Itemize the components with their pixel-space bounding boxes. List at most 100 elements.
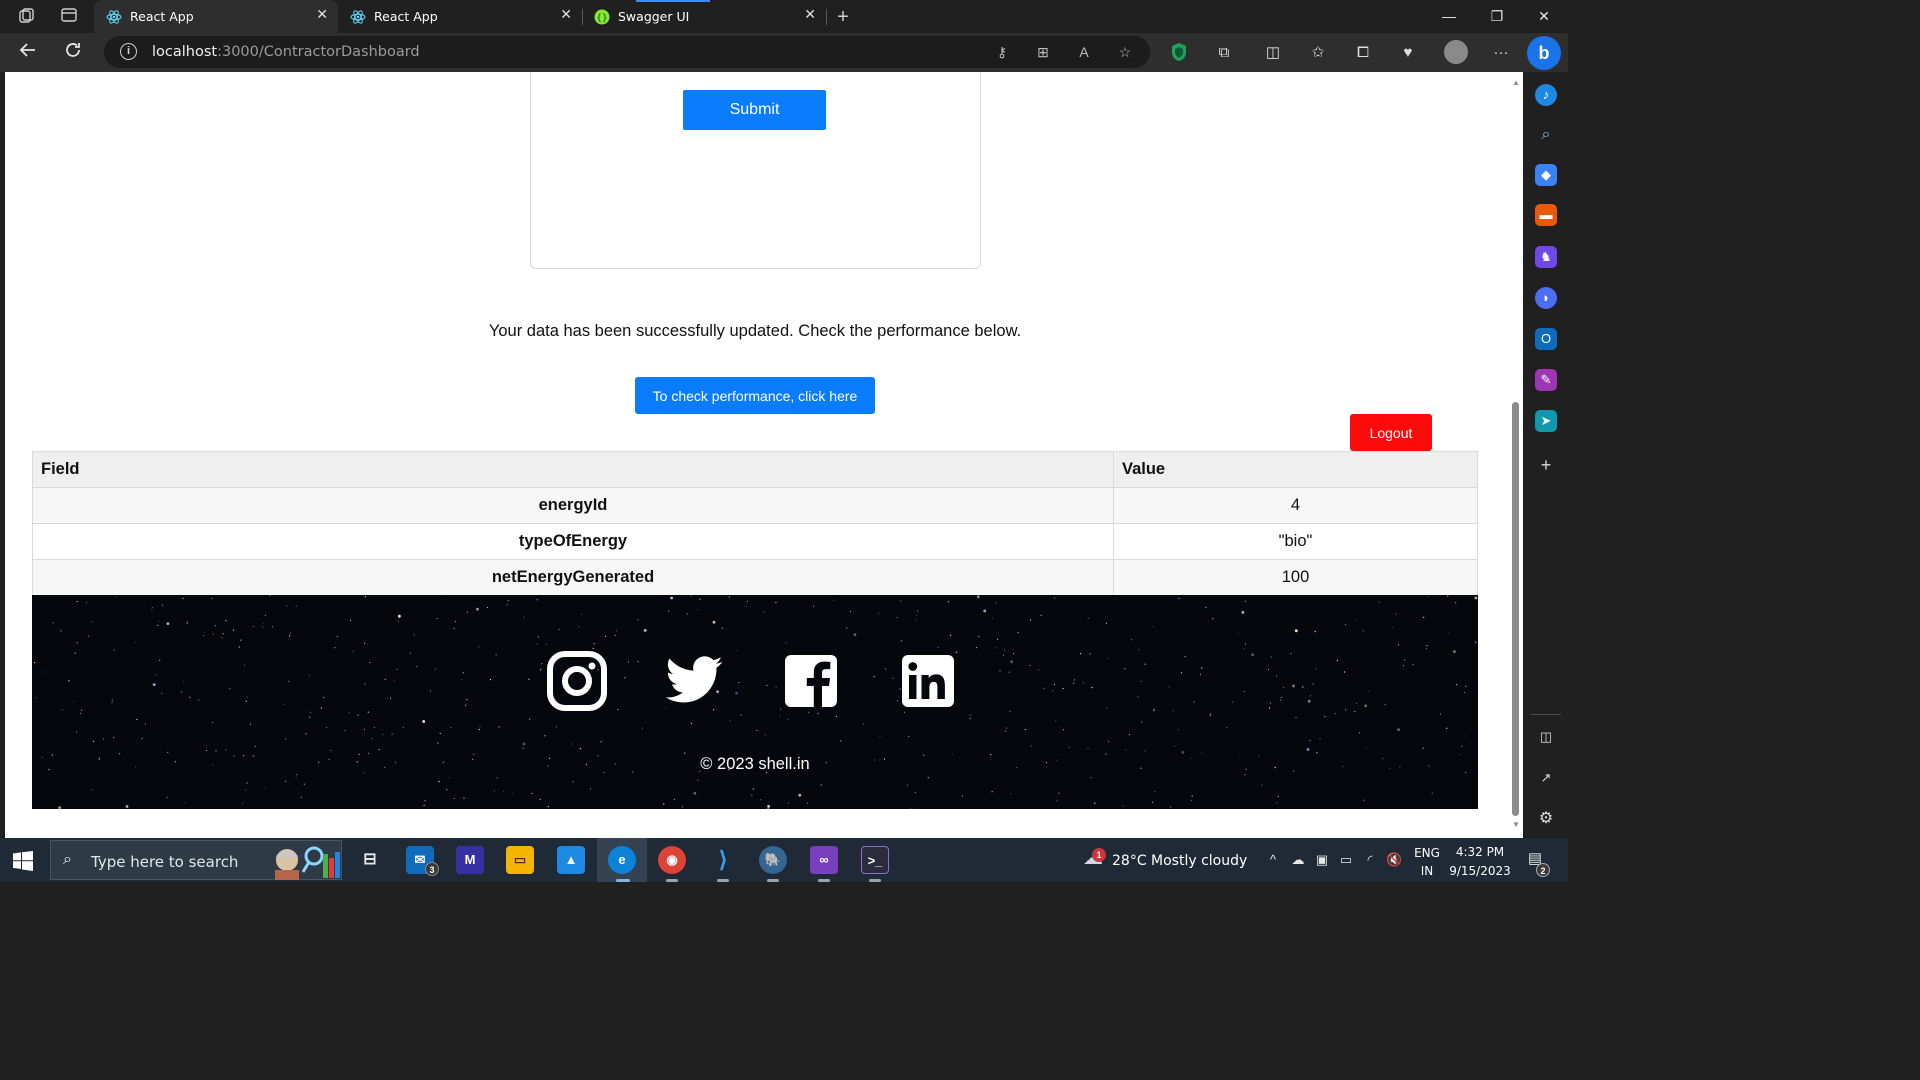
- tab-react-app-2[interactable]: React App ✕: [338, 0, 582, 33]
- search-icon: ⌕: [63, 851, 72, 868]
- taskbar-search-box[interactable]: ⌕ Type here to search: [50, 840, 342, 880]
- file-explorer-icon[interactable]: ▭: [506, 846, 534, 874]
- open-external-icon[interactable]: ↗: [1535, 767, 1557, 789]
- split-screen-icon[interactable]: ◫: [1262, 42, 1284, 64]
- page-viewport: Submit Your data has been successfully u…: [5, 72, 1523, 838]
- clock-date[interactable]: 9/15/2023: [1446, 864, 1514, 878]
- value-cell: "bio": [1113, 523, 1478, 560]
- edge-browser-icon[interactable]: e: [608, 846, 636, 874]
- minimize-icon[interactable]: —: [1426, 4, 1472, 28]
- twitter-icon[interactable]: [663, 650, 725, 712]
- extensions-icon[interactable]: ⧉: [1213, 42, 1235, 64]
- more-options-icon[interactable]: ···: [1490, 42, 1512, 64]
- profile-avatar[interactable]: [1444, 40, 1468, 64]
- new-tab-icon[interactable]: +: [832, 6, 854, 28]
- column-header-value: Value: [1113, 451, 1478, 488]
- search-highlight-illustration: [275, 846, 340, 880]
- terminal-icon[interactable]: >_: [861, 846, 889, 874]
- tab-label: React App: [130, 9, 194, 24]
- active-indicator: [616, 879, 630, 882]
- sidebar-divider: [1531, 714, 1561, 715]
- running-indicator: [666, 879, 678, 882]
- url-text[interactable]: localhost:3000/ContractorDashboard: [152, 44, 420, 60]
- hide-sidebar-icon[interactable]: ◫: [1535, 726, 1557, 748]
- linkedin-icon[interactable]: [897, 650, 959, 712]
- close-icon[interactable]: ✕: [560, 7, 572, 23]
- chrome-browser-icon[interactable]: ◉: [658, 846, 686, 874]
- weather-text[interactable]: 28°C Mostly cloudy: [1112, 853, 1247, 869]
- battery-icon[interactable]: ▭: [1338, 852, 1354, 868]
- window-close-icon[interactable]: ✕: [1521, 4, 1567, 28]
- workspaces-icon[interactable]: [16, 6, 38, 28]
- key-icon[interactable]: ⚷: [992, 42, 1012, 62]
- running-indicator: [767, 879, 779, 882]
- notifications-bell-icon[interactable]: ♪: [1535, 84, 1557, 106]
- onedrive-cloud-icon[interactable]: ☁: [1290, 852, 1306, 868]
- site-footer: © 2023 shell.in: [32, 595, 1478, 809]
- designer-icon[interactable]: ✎: [1535, 369, 1557, 391]
- bing-copilot-icon[interactable]: b: [1527, 36, 1561, 70]
- value-cell: 100: [1113, 559, 1478, 596]
- volume-muted-icon[interactable]: 🔇: [1386, 852, 1402, 868]
- logout-button[interactable]: Logout: [1350, 414, 1432, 451]
- tab-actions-icon[interactable]: [58, 6, 80, 28]
- search-icon[interactable]: ⌕: [1535, 124, 1557, 146]
- sidebar-settings-gear-icon[interactable]: ⚙: [1535, 808, 1557, 830]
- clock-time[interactable]: 4:32 PM: [1446, 845, 1514, 859]
- tab-separator: [826, 9, 827, 25]
- send-icon[interactable]: ➤: [1535, 410, 1557, 432]
- postgresql-icon[interactable]: 🐘: [759, 846, 787, 874]
- app-available-icon[interactable]: ⊞: [1033, 42, 1053, 62]
- task-view-icon[interactable]: ⊟: [356, 846, 384, 874]
- submit-button[interactable]: Submit: [683, 90, 826, 130]
- check-performance-button[interactable]: To check performance, click here: [635, 377, 875, 414]
- tools-icon[interactable]: ▬: [1535, 204, 1557, 226]
- scroll-up-arrow-icon[interactable]: ▲: [1512, 78, 1520, 87]
- read-aloud-icon[interactable]: A: [1074, 42, 1094, 62]
- restore-icon[interactable]: ❐: [1474, 4, 1520, 28]
- instagram-icon[interactable]: [546, 650, 608, 712]
- favorites-icon[interactable]: ✩: [1307, 42, 1329, 64]
- swagger-icon: {}: [594, 9, 610, 25]
- wifi-icon[interactable]: ◜: [1362, 852, 1378, 868]
- show-hidden-icons-chevron-icon[interactable]: ^: [1265, 852, 1281, 868]
- add-sidebar-app-icon[interactable]: +: [1535, 454, 1557, 476]
- site-info-icon[interactable]: i: [120, 43, 137, 60]
- language-code[interactable]: ENG: [1411, 846, 1443, 860]
- scroll-down-arrow-icon[interactable]: ▼: [1512, 820, 1520, 829]
- collections-icon[interactable]: ⧠: [1352, 42, 1374, 64]
- react-icon: [106, 10, 122, 24]
- scrollbar-thumb[interactable]: [1512, 402, 1519, 816]
- close-icon[interactable]: ✕: [316, 7, 328, 23]
- browser-tab-bar: React App ✕ React App ✕ {} Swagger UI ✕ …: [0, 0, 1568, 33]
- copilot-app-icon[interactable]: ◗: [1535, 287, 1557, 309]
- photos-app-icon[interactable]: ▲: [557, 846, 585, 874]
- running-indicator: [818, 879, 830, 882]
- close-icon[interactable]: ✕: [804, 7, 816, 23]
- language-region[interactable]: IN: [1411, 864, 1443, 878]
- browser-toolbar: i localhost:3000/ContractorDashboard ⚷ ⊞…: [0, 33, 1568, 72]
- games-icon[interactable]: ♞: [1535, 246, 1557, 268]
- tab-swagger-ui[interactable]: {} Swagger UI ✕: [582, 0, 826, 33]
- outlook-icon[interactable]: O: [1535, 328, 1557, 350]
- facebook-icon[interactable]: [780, 650, 842, 712]
- shopping-tag-icon[interactable]: ◆: [1535, 164, 1557, 186]
- running-indicator: [869, 879, 881, 882]
- security-icon[interactable]: ▣: [1314, 852, 1330, 868]
- success-message: Your data has been successfully updated.…: [488, 322, 1022, 340]
- windows-start-icon[interactable]: [12, 850, 34, 872]
- address-bar[interactable]: i localhost:3000/ContractorDashboard ⚷ ⊞…: [104, 36, 1150, 68]
- favorite-star-icon[interactable]: ☆: [1115, 42, 1135, 62]
- browser-essentials-icon[interactable]: ♥: [1397, 42, 1419, 64]
- visual-studio-icon[interactable]: ∞: [810, 846, 838, 874]
- editor-app-icon[interactable]: M: [456, 846, 484, 874]
- vertical-scrollbar[interactable]: ▲ ▼: [1508, 72, 1523, 838]
- refresh-icon[interactable]: [60, 40, 86, 66]
- shield-extension-icon[interactable]: [1168, 42, 1190, 64]
- svg-text:{}: {}: [596, 14, 607, 24]
- field-cell: energyId: [32, 487, 1114, 524]
- vscode-icon[interactable]: ⟩: [709, 846, 737, 874]
- back-icon[interactable]: [15, 40, 41, 66]
- table-header-row: Field Value: [32, 451, 1478, 488]
- tab-react-app-1[interactable]: React App ✕: [94, 0, 338, 33]
